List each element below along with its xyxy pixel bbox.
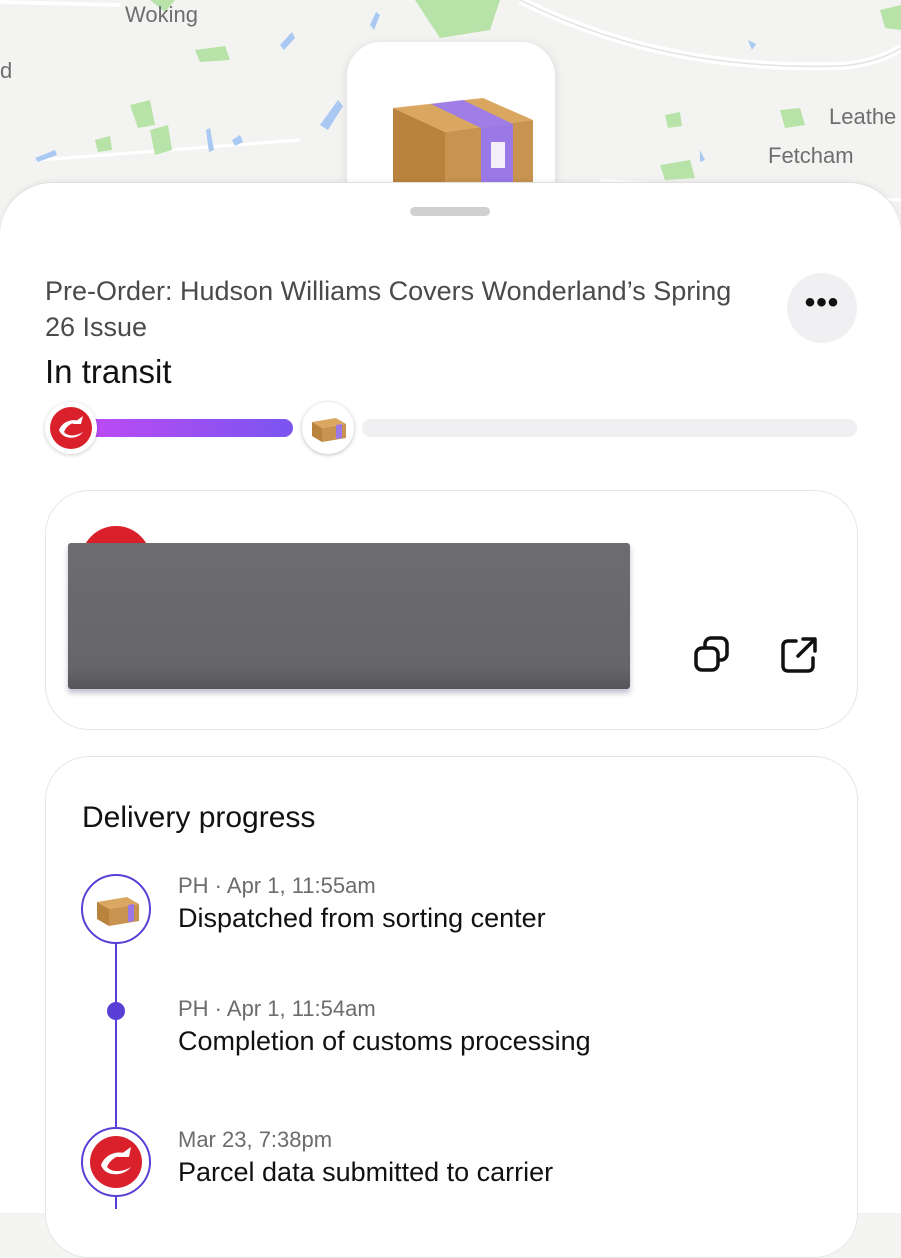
progress-current-node	[302, 402, 354, 454]
carrier-logo-icon	[90, 1136, 142, 1188]
sheet-drag-handle[interactable]	[410, 207, 490, 216]
event-description: Completion of customs processing	[178, 1026, 591, 1056]
event-description: Dispatched from sorting center	[178, 903, 546, 933]
map-label-leatherhead: Leathe	[829, 104, 897, 129]
timeline-dot	[107, 1002, 125, 1020]
parcel-icon	[97, 897, 139, 926]
map-label-fetcham: Fetcham	[768, 143, 854, 168]
map-label-woking: Woking	[125, 2, 198, 27]
progress-start-node	[45, 402, 97, 454]
order-detail-sheet: Pre-Order: Hudson Williams Covers Wonder…	[0, 183, 901, 1258]
delivery-progress-card: Delivery progress PH · Apr 1, 11:55am Di…	[45, 756, 858, 1258]
order-title: Pre-Order: Hudson Williams Covers Wonder…	[45, 276, 732, 342]
redacted-tracking-info	[68, 543, 630, 689]
event-description: Parcel data submitted to carrier	[178, 1157, 554, 1187]
map-label-edge: d	[0, 58, 13, 83]
delivery-progress-heading: Delivery progress	[82, 801, 316, 834]
more-options-button[interactable]: •••	[787, 273, 857, 343]
progress-track	[362, 419, 857, 437]
timeline-event-icon	[81, 874, 151, 944]
open-carrier-link-button[interactable]	[777, 633, 821, 677]
tracking-number-card	[45, 490, 858, 730]
carrier-logo-icon	[50, 407, 92, 449]
event-timestamp: PH · Apr 1, 11:54am	[178, 996, 376, 1021]
parcel-icon	[312, 418, 346, 442]
more-icon: •••	[804, 286, 840, 319]
copy-tracking-button[interactable]	[690, 633, 734, 677]
timeline-event-icon	[81, 1127, 151, 1197]
event-timestamp: Mar 23, 7:38pm	[178, 1127, 333, 1152]
copy-icon	[694, 636, 729, 672]
external-link-icon	[781, 637, 817, 673]
event-timestamp: PH · Apr 1, 11:55am	[178, 873, 376, 898]
shipment-status: In transit	[45, 353, 172, 390]
